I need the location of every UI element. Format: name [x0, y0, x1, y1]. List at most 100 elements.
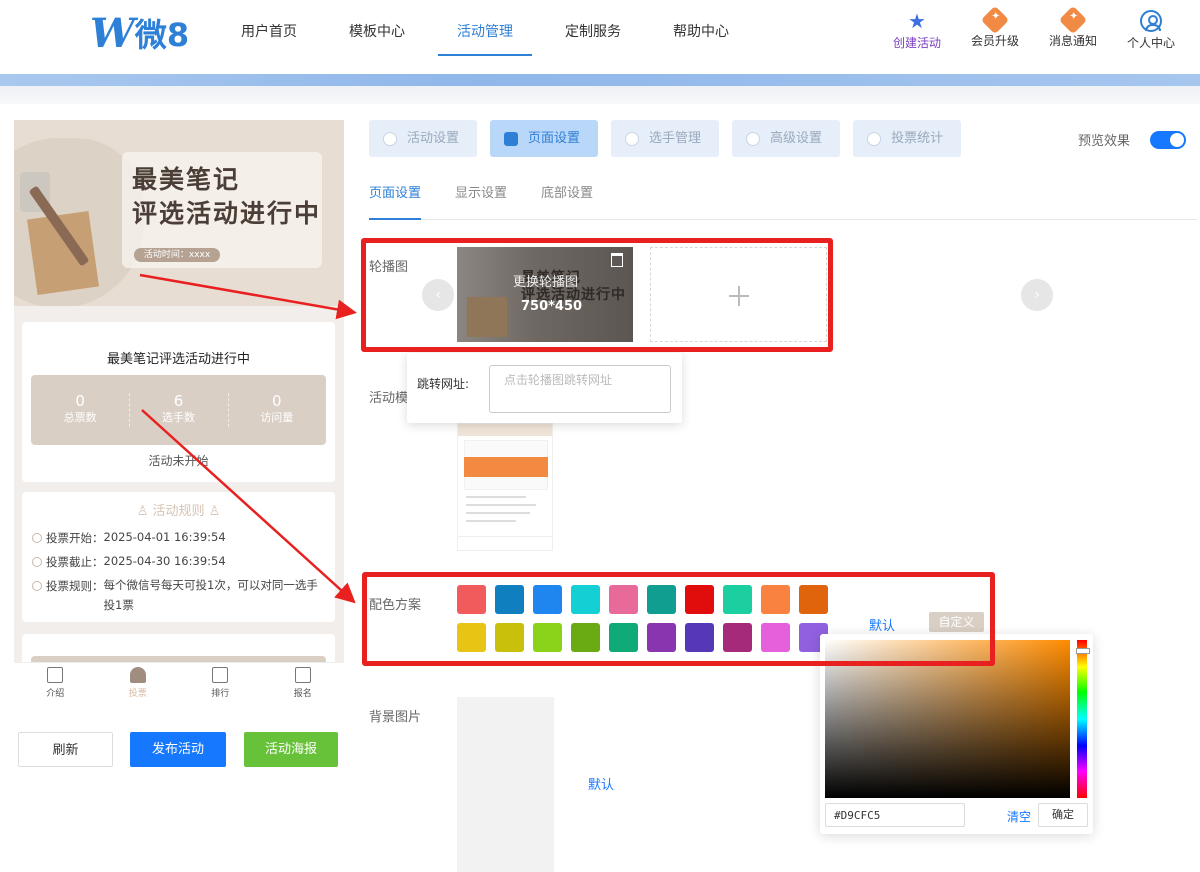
nav-item-home[interactable]: 用户首页 [222, 0, 316, 56]
color-swatch-b-9[interactable] [761, 623, 790, 652]
link-label: 跳转网址: [417, 377, 470, 391]
rules-right-icon: ♙ [204, 504, 221, 519]
color-scheme-label: 配色方案 [369, 598, 422, 613]
refresh-button[interactable]: 刷新 [18, 732, 113, 767]
publish-button[interactable]: 发布活动 [130, 732, 226, 767]
carousel-next-button[interactable]: › [1021, 279, 1053, 311]
tab-activity-settings[interactable]: 活动设置 [369, 120, 478, 157]
color-swatch-b-7[interactable] [685, 623, 714, 652]
bell-badge-icon [1058, 5, 1088, 35]
default-color-link[interactable]: 默认 [869, 615, 895, 634]
color-swatch-a-9[interactable] [761, 585, 790, 614]
rule-vote: 投票规则： 每个微信号每天可投1次，可以对同一选手投1票 [32, 578, 327, 615]
carousel-prev-button[interactable]: ‹ [422, 279, 454, 311]
bg-default-link[interactable]: 默认 [588, 774, 614, 793]
tab-contestant-management[interactable]: 选手管理 [611, 120, 720, 157]
settings-main-tabs: 活动设置 页面设置 选手管理 高级设置 投票统计 [369, 120, 974, 157]
messages-label: 消息通知 [1048, 34, 1097, 48]
color-swatch-b-2[interactable] [495, 623, 524, 652]
color-swatch-a-8[interactable] [723, 585, 752, 614]
saturation-panel[interactable] [825, 640, 1070, 798]
picker-ok-button[interactable]: 确定 [1038, 803, 1088, 827]
activity-status: 活动未开始 [148, 454, 209, 468]
rule-start: 投票开始： 2025-04-01 16:39:54 [32, 530, 226, 546]
create-activity-button[interactable]: ★ 创建活动 [878, 10, 956, 51]
bar-chart-icon [212, 667, 229, 683]
color-swatch-b-3[interactable] [533, 623, 562, 652]
color-swatches [457, 585, 841, 661]
member-upgrade-button[interactable]: 会员升级 [956, 5, 1034, 51]
nav-item-help[interactable]: 帮助中心 [654, 0, 748, 56]
bg-image-label: 背景图片 [369, 710, 422, 725]
stat-total-votes: 0 总票数 [63, 392, 97, 424]
replace-slide-text[interactable]: 更换轮播图 [513, 271, 578, 290]
color-swatch-b-1[interactable] [457, 623, 486, 652]
profile-button[interactable]: 个人中心 [1112, 10, 1190, 51]
add-slide-button[interactable] [650, 247, 827, 342]
preview-switch[interactable] [1150, 130, 1187, 149]
nav-item-custom-service[interactable]: 定制服务 [546, 0, 640, 56]
template-label: 活动模 [369, 391, 409, 406]
preview-toggle-label: 预览效果 [1078, 134, 1131, 149]
tab-advanced-settings[interactable]: 高级设置 [732, 120, 841, 157]
color-swatch-b-8[interactable] [723, 623, 752, 652]
color-swatch-a-5[interactable] [609, 585, 638, 614]
tab-ranking[interactable]: 排行 [179, 663, 262, 706]
bg-image-placeholder[interactable] [457, 697, 554, 872]
preview-toggle: 预览效果 [1078, 130, 1187, 149]
activity-title: 最美笔记评选活动进行中 [106, 352, 250, 367]
template-thumbnail[interactable] [457, 423, 553, 551]
doc-icon [47, 667, 64, 683]
logo[interactable]: W 微8 [90, 10, 189, 57]
messages-button[interactable]: 消息通知 [1034, 5, 1112, 51]
header-band [0, 74, 1200, 86]
create-activity-label: 创建活动 [892, 36, 941, 50]
carousel-slide[interactable]: 最美笔记 评选活动进行中 更换轮播图 750*450 [457, 247, 633, 342]
trash-icon[interactable] [611, 253, 623, 267]
info-icon [32, 581, 42, 591]
custom-color-button[interactable]: 自定义 [929, 612, 984, 632]
nav-item-templates[interactable]: 模板中心 [330, 0, 424, 56]
subtab-footer-settings[interactable]: 底部设置 [541, 182, 593, 220]
hex-input[interactable] [825, 803, 965, 827]
color-swatch-a-2[interactable] [495, 585, 524, 614]
swatch-row-2 [457, 623, 841, 652]
subtab-page-settings[interactable]: 页面设置 [369, 182, 422, 220]
slide-size-hint: 750*450 [521, 299, 583, 314]
settings-sub-tabs: 页面设置 显示设置 底部设置 [369, 182, 1197, 220]
person-icon [625, 131, 640, 146]
rules-title: ♙ 活动规则 ♙ [136, 504, 221, 519]
rules-left-icon: ♙ [136, 504, 153, 519]
activity-info-card: 最美笔记评选活动进行中 0 总票数 6 选手数 0 访问量 活动未开始 [22, 322, 335, 482]
tab-page-settings[interactable]: 页面设置 [490, 120, 599, 157]
list-icon [867, 131, 882, 146]
form-icon [294, 667, 311, 683]
banner-time: 活动时间：xxxx [134, 248, 220, 262]
color-swatch-b-4[interactable] [571, 623, 600, 652]
clock-icon [32, 557, 42, 567]
color-swatch-b-5[interactable] [609, 623, 638, 652]
tab-vote-statistics[interactable]: 投票统计 [853, 120, 962, 157]
color-swatch-b-6[interactable] [647, 623, 676, 652]
color-swatch-a-7[interactable] [685, 585, 714, 614]
poster-button[interactable]: 活动海报 [244, 732, 338, 767]
color-swatch-a-6[interactable] [647, 585, 676, 614]
tab-signup[interactable]: 报名 [262, 663, 345, 706]
picker-clear-button[interactable]: 清空 [1007, 808, 1031, 825]
stats-bar: 0 总票数 6 选手数 0 访问量 [31, 375, 326, 445]
color-swatch-a-3[interactable] [533, 585, 562, 614]
subtab-display-settings[interactable]: 显示设置 [455, 182, 507, 220]
tab-intro[interactable]: 介绍 [14, 663, 97, 706]
color-swatch-a-1[interactable] [457, 585, 486, 614]
color-swatch-a-4[interactable] [571, 585, 600, 614]
color-swatch-a-10[interactable] [799, 585, 828, 614]
star-icon: ★ [908, 9, 926, 33]
layout-icon [504, 131, 519, 146]
member-upgrade-label: 会员升级 [970, 34, 1019, 48]
nav-item-activity-management[interactable]: 活动管理 [438, 0, 532, 56]
user-icon [129, 667, 146, 683]
hue-slider[interactable] [1076, 640, 1090, 798]
rule-end: 投票截止： 2025-04-30 16:39:54 [32, 554, 226, 570]
link-url-input[interactable] [489, 365, 671, 413]
tab-vote[interactable]: 投票 [97, 663, 180, 706]
